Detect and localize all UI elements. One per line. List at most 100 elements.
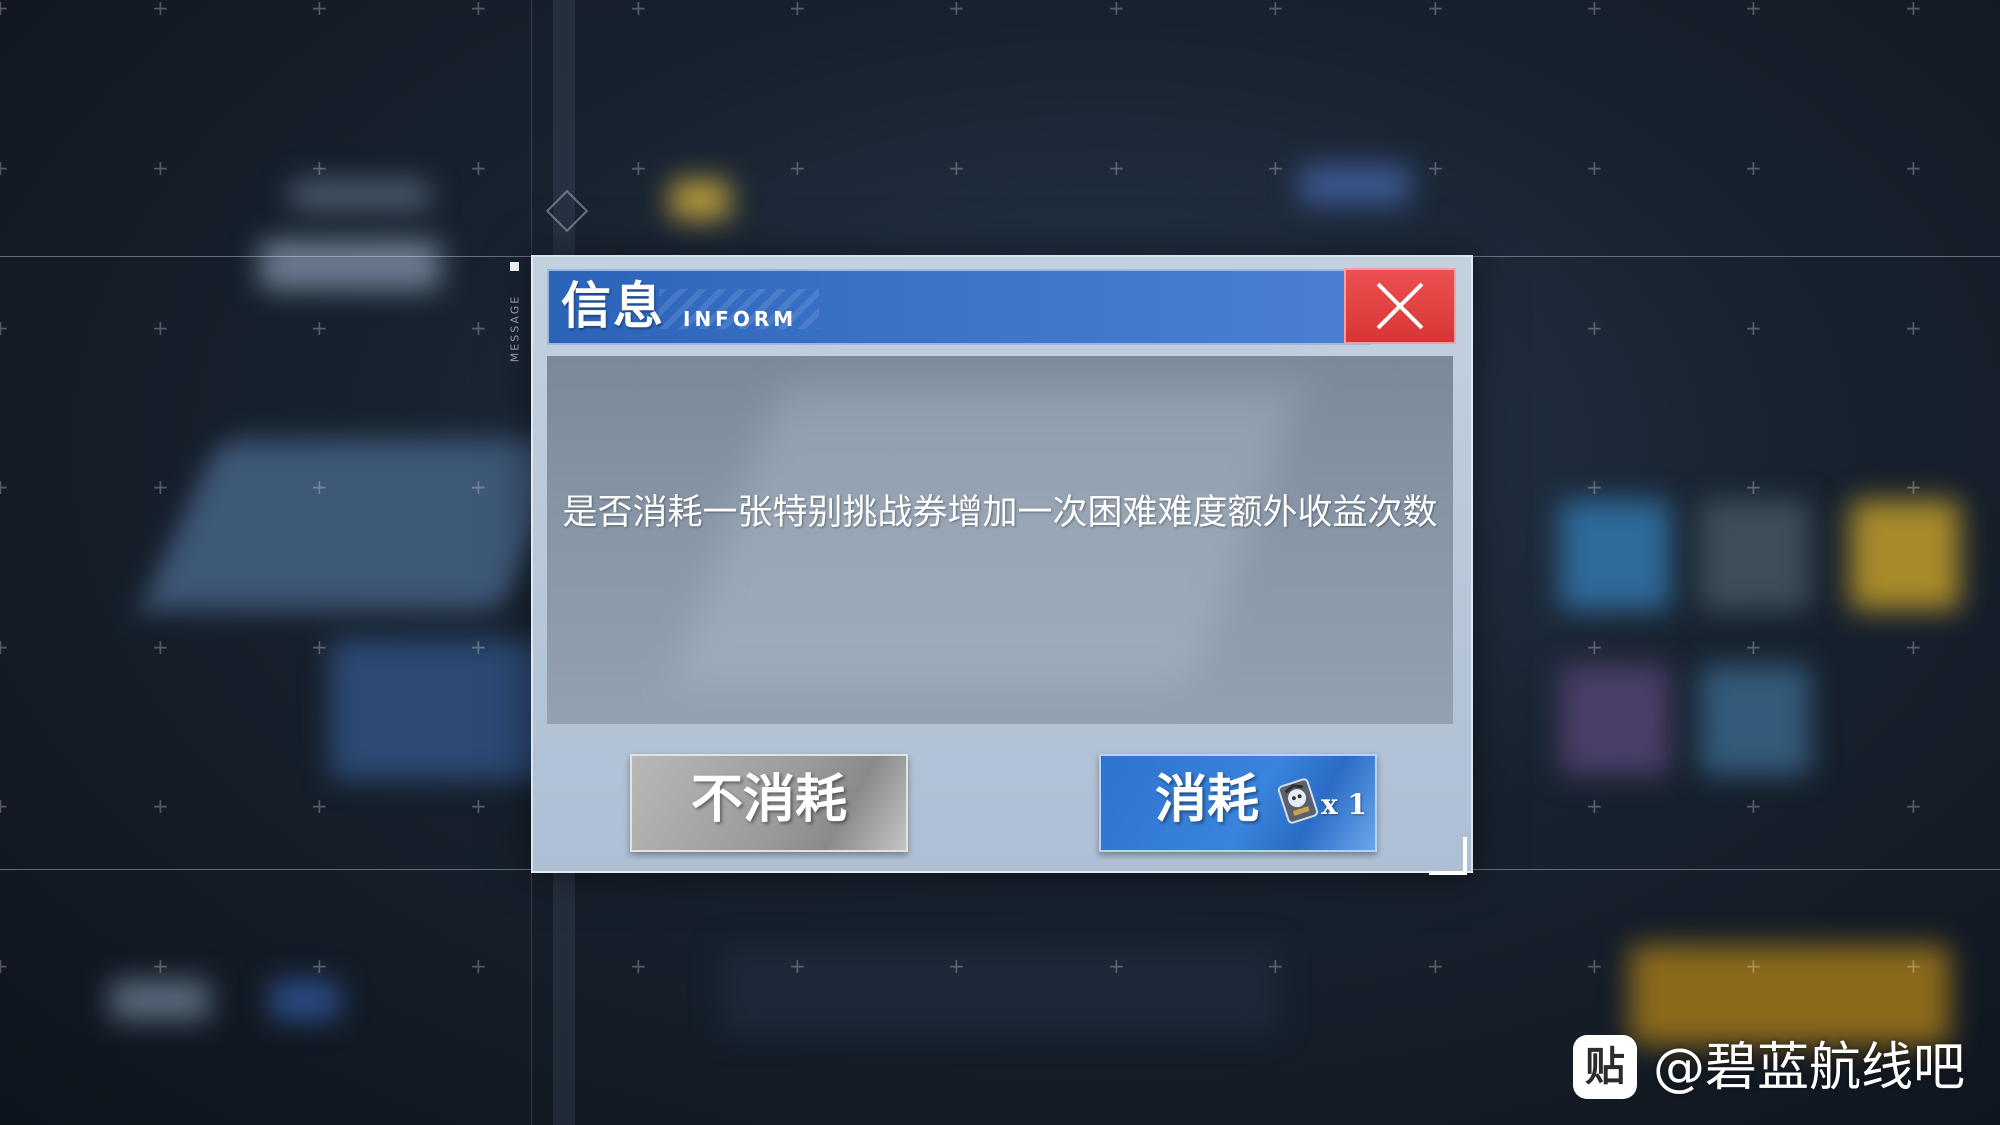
grid-plus-mark: + [1745,0,1762,20]
grid-plus-mark: + [1108,0,1125,20]
watermark-text: @碧蓝航线吧 [1653,1038,1966,1098]
grid-plus-mark: + [311,635,328,659]
grid-plus-mark: + [0,316,9,340]
grid-plus-mark: + [1586,954,1603,978]
grid-plus-mark: + [630,954,647,978]
grid-plus-mark: + [311,316,328,340]
corner-bracket [1429,837,1467,875]
grid-plus-mark: + [470,316,487,340]
confirm-dialog: 信息 INFORM 是否消耗一张特别挑战券增加一次困难难度额外收益次数 不消耗 … [531,255,1473,875]
message-panel: 是否消耗一张特别挑战券增加一次困难难度额外收益次数 [547,356,1453,724]
grid-plus-mark: + [630,156,647,180]
grid-plus-mark: + [948,954,965,978]
grid-plus-mark: + [152,0,169,20]
grid-plus-mark: + [1267,954,1284,978]
grid-plus-mark: + [1427,0,1444,20]
grid-plus-mark: + [1905,0,1922,20]
grid-plus-mark: + [789,954,806,978]
grid-plus-mark: + [1905,475,1922,499]
grid-plus-mark: + [1108,954,1125,978]
bg-blur-card [140,440,580,610]
grid-plus-mark: + [948,0,965,20]
dialog-subtitle: INFORM [683,307,798,331]
grid-plus-mark: + [1745,475,1762,499]
bg-blur-card [1560,665,1670,775]
grid-plus-mark: + [311,156,328,180]
grid-plus-mark: + [789,0,806,20]
dialog-title: 信息 [561,276,665,335]
grid-plus-mark: + [1108,156,1125,180]
grid-plus-mark: + [1427,156,1444,180]
grid-plus-mark: + [0,635,9,659]
challenge-ticket-icon [1277,778,1319,824]
grid-plus-mark: + [311,0,328,20]
grid-plus-mark: + [789,156,806,180]
bg-blur-card [110,980,210,1020]
close-icon [1376,282,1424,330]
side-label-text: MESSAGE [508,294,522,363]
grid-plus-mark: + [1586,475,1603,499]
grid-plus-mark: + [1745,954,1762,978]
grid-plus-mark: + [0,954,9,978]
tieba-logo-icon: 贴 [1573,1035,1637,1099]
grid-plus-mark: + [470,156,487,180]
grid-plus-mark: + [470,475,487,499]
grid-plus-mark: + [470,954,487,978]
side-message-label: MESSAGE [500,262,530,382]
grid-plus-mark: + [1586,316,1603,340]
grid-plus-mark: + [0,156,9,180]
bg-blur-card [260,240,440,290]
grid-plus-mark: + [470,635,487,659]
grid-plus-mark: + [311,794,328,818]
bg-blur-card [670,180,730,220]
bg-blur-card [1560,500,1670,610]
grid-plus-mark: + [1905,635,1922,659]
grid-plus-mark: + [152,475,169,499]
bg-blur-card [1700,665,1810,775]
cost-count: x 1 [1321,788,1367,821]
dialog-title-bar: 信息 INFORM [547,269,1371,345]
cancel-button[interactable]: 不消耗 [630,754,908,852]
bg-blur-card [1850,500,1960,610]
grid-plus-mark: + [470,794,487,818]
grid-plus-mark: + [1905,954,1922,978]
grid-plus-mark: + [1905,156,1922,180]
grid-plus-mark: + [152,316,169,340]
grid-plus-mark: + [1586,0,1603,20]
grid-plus-mark: + [1745,316,1762,340]
grid-plus-mark: + [1745,794,1762,818]
side-square-marker [510,262,519,271]
grid-plus-mark: + [152,156,169,180]
grid-plus-mark: + [1586,794,1603,818]
grid-plus-mark: + [1905,794,1922,818]
grid-plus-mark: + [470,0,487,20]
grid-plus-mark: + [1427,954,1444,978]
grid-plus-mark: + [1267,0,1284,20]
grid-plus-mark: + [0,794,9,818]
bg-blur-card [290,180,430,210]
bg-blur-card [270,980,340,1020]
grid-plus-mark: + [1267,156,1284,180]
grid-plus-mark: + [1586,635,1603,659]
cancel-button-label: 不消耗 [690,769,847,830]
bg-blur-card [1300,165,1410,205]
confirm-button[interactable]: 消耗 x 1 [1099,754,1377,852]
dialog-message: 是否消耗一张特别挑战券增加一次困难难度额外收益次数 [562,493,1438,533]
grid-plus-mark: + [1905,316,1922,340]
grid-plus-mark: + [630,0,647,20]
close-button[interactable] [1344,268,1456,344]
grid-plus-mark: + [152,954,169,978]
bg-blur-card [1700,500,1810,610]
confirm-button-label: 消耗 [1155,769,1260,830]
bg-blur-card [1630,945,1950,1045]
grid-plus-mark: + [152,794,169,818]
grid-plus-mark: + [0,475,9,499]
grid-plus-mark: + [948,156,965,180]
grid-plus-mark: + [0,0,9,20]
grid-plus-mark: + [1586,156,1603,180]
grid-plus-mark: + [311,954,328,978]
grid-plus-mark: + [1745,635,1762,659]
grid-plus-mark: + [311,475,328,499]
grid-plus-mark: + [1745,156,1762,180]
grid-plus-mark: + [152,635,169,659]
